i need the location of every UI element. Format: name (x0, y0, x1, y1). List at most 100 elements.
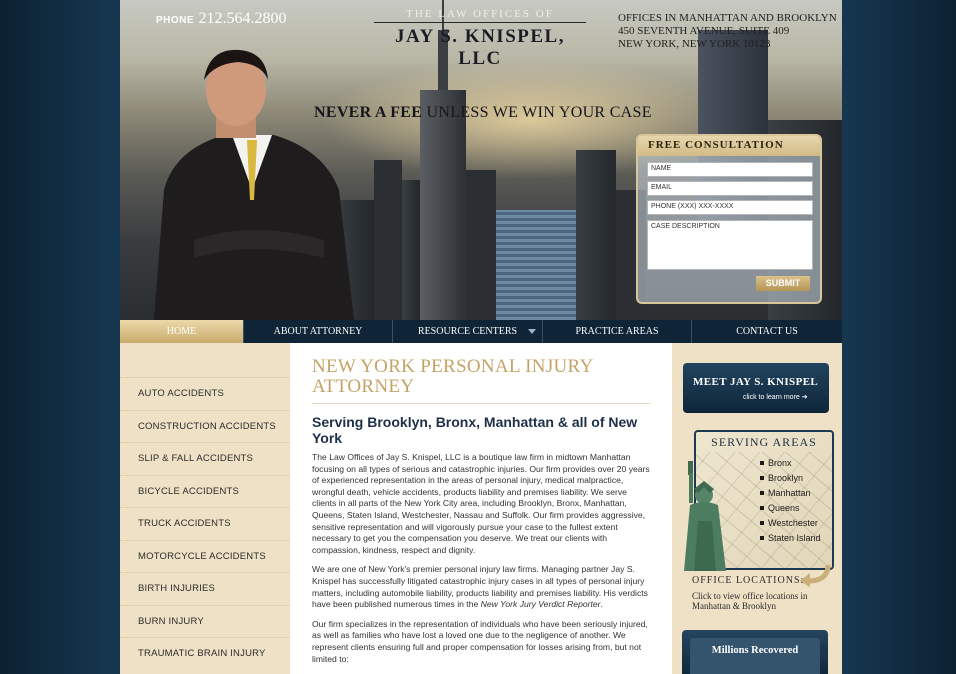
area-item[interactable]: Westchester (760, 518, 821, 533)
arrow-right-icon: ➔ (801, 394, 808, 401)
page-subtitle: Serving Brooklyn, Bronx, Manhattan & all… (312, 414, 638, 446)
sidebar-item-auto-accidents[interactable]: AUTO ACCIDENTS (120, 377, 290, 410)
tagline-bold: NEVER A FEE (314, 104, 423, 121)
nav-resource-centers-label: RESOURCE CENTERS (417, 326, 518, 337)
chevron-down-icon (528, 329, 536, 334)
area-label: Staten Island (768, 533, 821, 543)
divider (312, 403, 650, 404)
publication-name: New York Jury Verdict Reporter (480, 599, 601, 610)
area-label: Bronx (768, 458, 792, 468)
sidebar-item-bicycle-accidents[interactable]: BICYCLE ACCIDENTS (120, 474, 290, 508)
email-field[interactable]: EMAIL (647, 181, 813, 196)
office-line: OFFICES IN MANHATTAN AND BROOKLYN (618, 12, 837, 24)
sidebar-item-label: CONSTRUCTION ACCIDENTS (138, 420, 276, 432)
meet-attorney-button[interactable]: MEET JAY S. KNISPEL click to learn more … (683, 363, 829, 413)
logo-line-1: THE LAW OFFICES OF (406, 8, 554, 20)
nav-practice-areas[interactable]: PRACTICE AREAS (543, 320, 692, 343)
phone-field[interactable]: PHONE (XXX) XXX-XXXX (647, 200, 813, 215)
sidebar-item-motorcycle-accidents[interactable]: MOTORCYCLE ACCIDENTS (120, 539, 290, 573)
tagline-rest: UNLESS WE WIN YOUR CASE (422, 104, 652, 121)
sidebar-item-slip-fall-accidents[interactable]: SLIP & FALL ACCIDENTS (120, 442, 290, 475)
sidebar-item-label: TRUCK ACCIDENTS (138, 518, 231, 529)
meet-attorney-subtitle: click to learn more ➔ (743, 393, 808, 401)
area-item[interactable]: Staten Island (760, 533, 821, 548)
page-title-line-1: NEW YORK PERSONAL INJURY (312, 356, 594, 377)
nav-home[interactable]: HOME (120, 320, 244, 343)
firm-logo[interactable]: THE LAW OFFICES OF JAY S. KNISPEL, LLC (374, 8, 586, 70)
sidebar-item-label: BIRTH INJURIES (138, 583, 216, 594)
sidebar-item-traumatic-brain-injury[interactable]: TRAUMATIC BRAIN INJURY (120, 637, 290, 670)
nav-about-attorney[interactable]: ABOUT ATTORNEY (244, 320, 393, 343)
consultation-form: FREE CONSULTATION NAME EMAIL PHONE (XXX)… (636, 134, 822, 304)
building (576, 150, 616, 320)
submit-button[interactable]: SUBMIT (756, 276, 810, 291)
page-title: NEW YORK PERSONAL INJURY ATTORNEY (312, 357, 650, 397)
building (402, 180, 420, 320)
bullet-icon (760, 506, 764, 510)
sidebar-item-label: BURN INJURY (138, 615, 204, 627)
logo-rule (374, 22, 586, 23)
logo-line-2: JAY S. KNISPEL, LLC (395, 26, 565, 69)
paragraph-intro: The Law Offices of Jay S. Knispel, LLC i… (312, 452, 650, 555)
millions-recovered-title: Millions Recovered (711, 645, 799, 656)
phone-label: PHONE (156, 15, 195, 26)
bullet-icon (760, 461, 764, 465)
office-locations-line-1: Click to view office locations in (692, 591, 808, 601)
building (466, 170, 496, 320)
page-wrapper: PHONE 212.564.2800 THE LAW OFFICES OF JA… (120, 0, 842, 674)
building (374, 160, 402, 320)
sidebar-item-label: AUTO ACCIDENTS (138, 388, 225, 399)
area-label: Westchester (768, 518, 818, 528)
office-line: NEW YORK, NEW YORK 10123 (618, 38, 771, 50)
millions-recovered-panel: Millions Recovered (690, 638, 820, 674)
meet-attorney-title: MEET JAY S. KNISPEL (693, 376, 819, 388)
name-field[interactable]: NAME (647, 162, 813, 177)
office-locations-text: Click to view office locations in Manhat… (692, 591, 808, 611)
phone-number[interactable]: 212.564.2800 (199, 10, 287, 27)
bullet-icon (760, 521, 764, 525)
sidebar-item-truck-accidents[interactable]: TRUCK ACCIDENTS (120, 507, 290, 540)
practice-sidebar: AUTO ACCIDENTS CONSTRUCTION ACCIDENTS SL… (120, 343, 290, 674)
bullet-icon (760, 536, 764, 540)
office-locations-link[interactable]: OFFICE LOCATIONS: Click to view office l… (692, 575, 808, 611)
area-label: Manhattan (768, 488, 811, 498)
serving-areas-list: Bronx Brooklyn Manhattan Queens Westches… (760, 458, 821, 548)
area-item[interactable]: Queens (760, 503, 821, 518)
empire-state-building (420, 90, 466, 320)
office-locations-title: OFFICE LOCATIONS: (692, 575, 805, 586)
sidebar-item-label: SLIP & FALL ACCIDENTS (138, 453, 254, 464)
office-locations-line-2: Manhattan & Brooklyn (692, 601, 776, 611)
statue-of-liberty-icon (684, 461, 726, 571)
sidebar-item-burn-injury[interactable]: BURN INJURY (120, 604, 290, 638)
area-item[interactable]: Manhattan (760, 488, 821, 503)
serving-areas-title: SERVING AREAS (711, 435, 817, 449)
nav-contact-us[interactable]: CONTACT US (692, 320, 842, 343)
area-label: Queens (768, 503, 800, 513)
main-content: NEW YORK PERSONAL INJURY ATTORNEY Servin… (290, 343, 672, 674)
sidebar-item-birth-injuries[interactable]: BIRTH INJURIES (120, 572, 290, 605)
right-sidebar: MEET JAY S. KNISPEL click to learn more … (672, 343, 842, 674)
tagline: NEVER A FEE UNLESS WE WIN YOUR CASE (314, 104, 652, 122)
glass-building (496, 210, 576, 320)
area-item[interactable]: Bronx (760, 458, 821, 473)
paragraph-firm: We are one of New York's premier persona… (312, 564, 650, 610)
area-item[interactable]: Brooklyn (760, 473, 821, 488)
consultation-title: FREE CONSULTATION (638, 136, 820, 156)
phone-block: PHONE 212.564.2800 (156, 10, 287, 28)
office-address: OFFICES IN MANHATTAN AND BROOKLYN 450 SE… (618, 12, 837, 51)
millions-recovered-button[interactable]: Millions Recovered (682, 630, 828, 674)
meet-attorney-link-text: click to learn more (743, 394, 800, 401)
bullet-icon (760, 476, 764, 480)
header-banner: PHONE 212.564.2800 THE LAW OFFICES OF JA… (120, 0, 842, 320)
office-line: 450 SEVENTH AVENUE, SUITE 409 (618, 25, 790, 37)
sidebar-item-construction-accidents[interactable]: CONSTRUCTION ACCIDENTS (120, 409, 290, 443)
sidebar-item-label: MOTORCYCLE ACCIDENTS (138, 550, 266, 562)
nav-resource-centers[interactable]: RESOURCE CENTERS (393, 320, 543, 343)
case-description-field[interactable]: CASE DESCRIPTION (647, 220, 813, 270)
sidebar-item-label: TRAUMATIC BRAIN INJURY (138, 648, 266, 659)
paragraph-specialty: Our firm specializes in the representati… (312, 618, 648, 664)
paragraph-firm-end: . (600, 599, 603, 610)
attorney-photo (154, 49, 354, 320)
page-title-line-2: ATTORNEY (312, 376, 415, 397)
bullet-icon (760, 491, 764, 495)
